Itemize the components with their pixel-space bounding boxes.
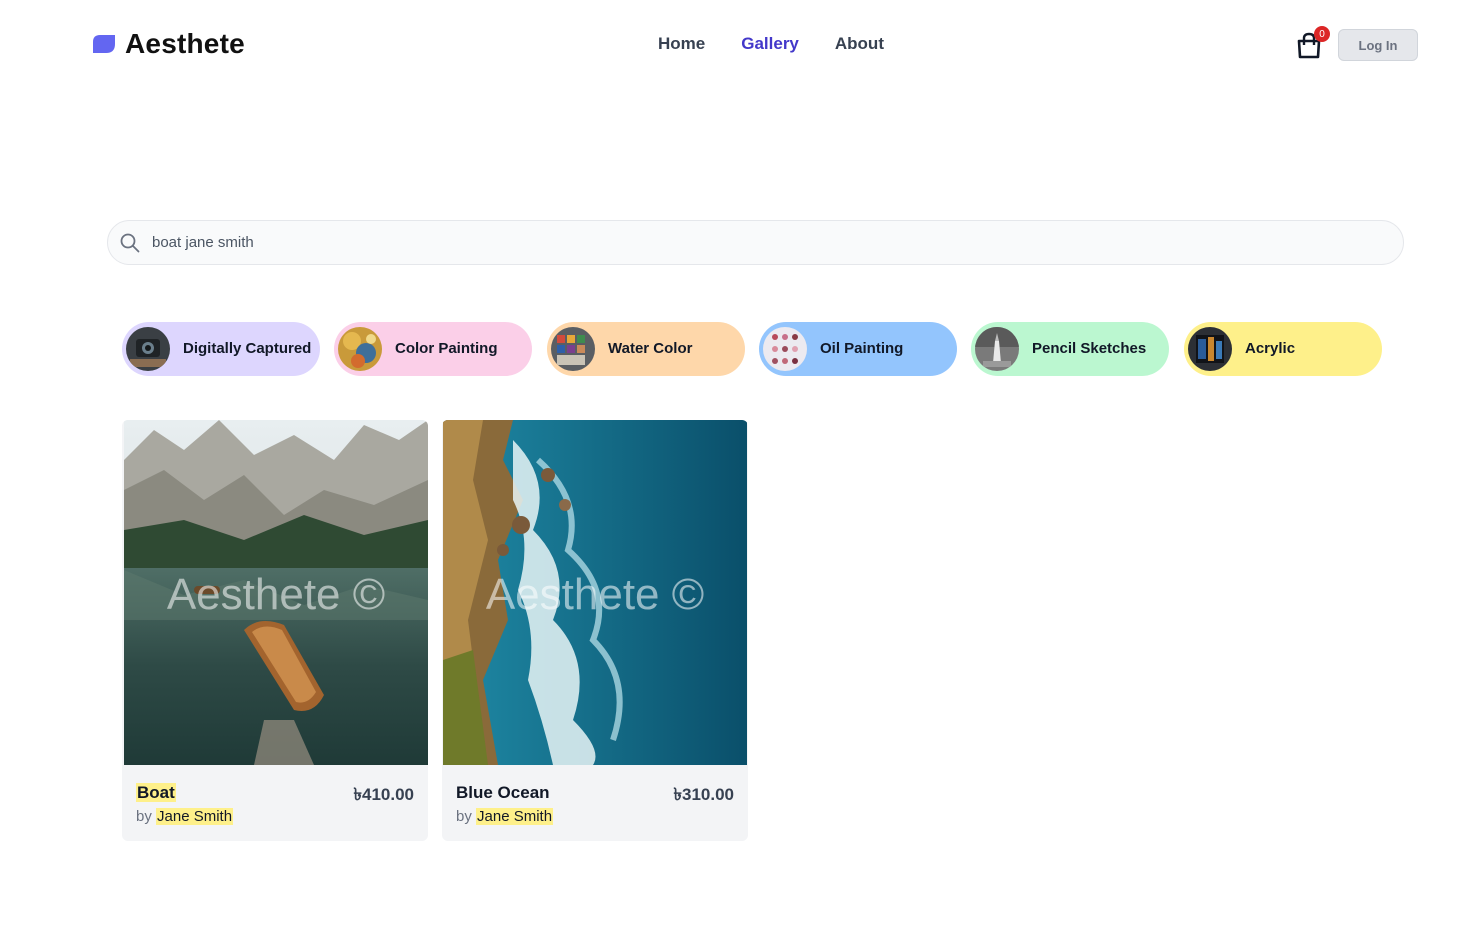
category-chips: Digitally Captured Color Painting Water … [122,322,1382,376]
artwork-price: ৳310.00 [673,785,734,804]
category-thumbnail [763,327,807,371]
artwork-image: Aesthete © [124,420,428,765]
category-chip-pencil-sketches[interactable]: Pencil Sketches [971,322,1169,376]
artist-name[interactable]: Jane Smith [476,808,554,825]
search-input[interactable] [152,221,1382,264]
highlighted-title: Boat [136,783,176,802]
artwork-image: Aesthete © [443,420,747,765]
category-thumbnail [1188,327,1232,371]
cart-count-badge: 0 [1314,26,1330,42]
category-label: Oil Painting [820,340,904,357]
nav-about-link[interactable]: About [835,34,884,54]
category-thumbnail [338,327,382,371]
artwork-card[interactable]: Aesthete © Boat ৳410.00 by Jane Smith [122,420,428,841]
category-label: Color Painting [395,340,498,357]
category-chip-acrylic[interactable]: Acrylic [1184,322,1382,376]
category-label: Digitally Captured [183,340,312,357]
artist-name[interactable]: Jane Smith [156,808,234,825]
artwork-card[interactable]: Aesthete © Blue Ocean ৳310.00 by Jane Sm… [442,420,748,841]
login-button[interactable]: Log In [1338,29,1418,61]
main-nav: Home Gallery About [658,34,884,54]
watermark: Aesthete © [166,570,386,619]
artwork-title: Boat [136,783,176,803]
category-chip-digitally-captured[interactable]: Digitally Captured [122,322,320,376]
category-thumbnail [975,327,1019,371]
brand-name: Aesthete [125,28,245,59]
nav-gallery-link[interactable]: Gallery [741,34,799,54]
category-thumbnail [126,327,170,371]
artwork-price: ৳410.00 [353,785,414,804]
category-thumbnail [551,327,595,371]
category-label: Pencil Sketches [1032,340,1147,357]
category-chip-color-painting[interactable]: Color Painting [334,322,532,376]
nav-home-link[interactable]: Home [658,34,705,54]
watermark: Aesthete © [485,570,705,619]
category-label: Water Color [608,340,693,357]
brand-logo[interactable]: Aesthete [92,28,245,60]
artwork-title: Blue Ocean [456,783,550,802]
search-bar[interactable] [107,220,1404,265]
cart-button[interactable]: 0 [1294,26,1330,60]
category-chip-oil-painting[interactable]: Oil Painting [759,322,957,376]
artwork-artist: by Jane Smith [136,808,234,825]
category-label: Acrylic [1245,340,1296,357]
search-icon [120,233,140,253]
artist-prefix: by [456,808,472,825]
artwork-artist: by Jane Smith [456,808,554,825]
category-chip-water-color[interactable]: Water Color [547,322,745,376]
logo-mark-icon [93,35,115,53]
site-header: Aesthete Home Gallery About 0 Log In [0,0,1465,90]
artist-prefix: by [136,808,152,825]
